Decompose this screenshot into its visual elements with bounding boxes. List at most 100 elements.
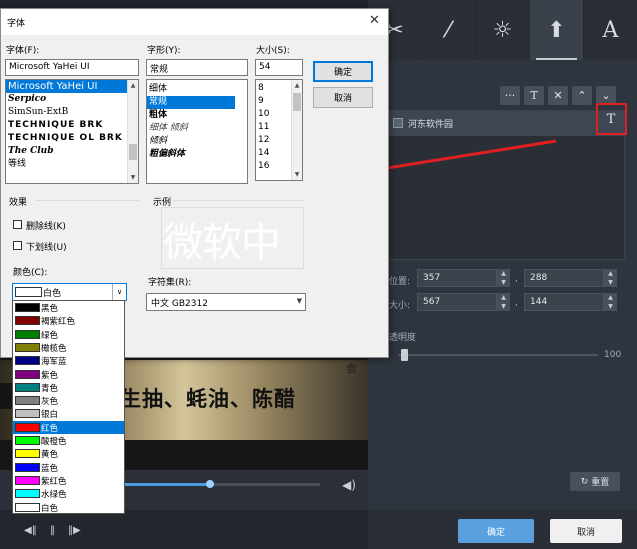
color-option[interactable]: 水绿色 <box>13 487 124 500</box>
font-settings-button[interactable]: T <box>601 110 621 129</box>
position-x-input[interactable]: 357 <box>417 269 497 287</box>
color-dropdown-list[interactable]: 黑色 褐紫红色 绿色橄榄色 海军蓝 紫色 青色 灰色 银白 红色 酸橙色 黄色蓝色紫红色 水绿色白色 <box>12 300 125 514</box>
color-option[interactable]: 红色 <box>13 420 124 434</box>
seek-knob[interactable] <box>206 480 214 488</box>
reset-button[interactable]: ↻ 重置 <box>570 472 620 491</box>
color-option[interactable]: 白色 <box>13 501 124 514</box>
text-layer-row[interactable]: 河东软件园 <box>388 111 626 136</box>
color-option[interactable]: 褐紫红色 <box>13 314 124 327</box>
color-option[interactable]: 酸橙色 <box>13 434 124 447</box>
color-select[interactable]: 白色 ∨ <box>12 283 127 301</box>
charset-select[interactable]: 中文 GB2312 ▼ <box>146 293 306 311</box>
next-frame-icon[interactable]: ‖▶ <box>68 525 81 536</box>
size-height-spinner[interactable]: ▲ ▼ <box>604 293 617 311</box>
color-option[interactable]: 青色 <box>13 381 124 394</box>
color-option[interactable]: 黄色 <box>13 447 124 460</box>
font-item[interactable]: TECHNIQUE OL BRK <box>6 132 138 145</box>
position-y-input[interactable]: 288 <box>524 269 604 287</box>
color-option[interactable]: 橄榄色 <box>13 341 124 354</box>
style-item[interactable]: 常规 <box>147 96 235 109</box>
scroll-thumb[interactable] <box>293 93 301 111</box>
confirm-button[interactable]: 确定 <box>458 519 534 543</box>
size-height-input[interactable]: 144 <box>524 293 604 311</box>
color-option[interactable]: 黑色 <box>13 301 124 314</box>
prev-frame-icon[interactable]: ◀‖ <box>24 525 37 536</box>
chevron-down-icon[interactable]: ∨ <box>112 284 126 300</box>
color-name: 蓝色 <box>41 463 59 474</box>
font-name-input[interactable]: Microsoft YaHei UI <box>5 59 139 76</box>
style-item[interactable]: 细体 <box>147 83 247 96</box>
dialog-ok-button[interactable]: 确定 <box>313 61 373 82</box>
color-name: 橄榄色 <box>41 343 67 354</box>
font-item[interactable]: SimSun-ExtB <box>6 106 138 119</box>
size-width-spinner[interactable]: ▲ ▼ <box>497 293 510 311</box>
underline-checkbox[interactable] <box>13 241 22 250</box>
chevron-down-icon: ⌄ <box>601 89 611 102</box>
stamp-tool-tab[interactable]: ⬆ <box>530 0 584 60</box>
size-input[interactable]: 54 <box>255 59 303 76</box>
size-list-scrollbar[interactable]: ▲ ▼ <box>291 80 302 180</box>
add-text-button[interactable]: T <box>524 86 544 105</box>
opacity-slider-track[interactable] <box>398 354 598 356</box>
spin-down-icon: ▼ <box>501 279 506 286</box>
color-swatch <box>15 316 40 326</box>
close-icon[interactable]: ✕ <box>369 13 380 28</box>
scroll-down-icon[interactable]: ▼ <box>292 169 302 180</box>
color-option[interactable]: 紫红色 <box>13 474 124 487</box>
scroll-thumb[interactable] <box>129 144 137 160</box>
color-name: 紫红色 <box>41 476 67 487</box>
strikeout-checkbox[interactable] <box>13 220 22 229</box>
color-option[interactable]: 银白 <box>13 407 124 420</box>
more-button[interactable]: ··· <box>500 86 520 105</box>
ellipsis-icon: ··· <box>504 89 516 102</box>
pause-icon[interactable]: ‖ <box>50 525 55 536</box>
font-item[interactable]: 等线 <box>6 158 138 171</box>
text-tool-tab[interactable]: A <box>584 0 637 60</box>
font-item[interactable]: The Club <box>6 145 138 158</box>
color-option[interactable]: 灰色 <box>13 394 124 407</box>
font-item[interactable]: Serpico <box>6 93 138 106</box>
scroll-down-icon[interactable]: ▼ <box>128 172 138 183</box>
size-width-input[interactable]: 567 <box>417 293 497 311</box>
position-y-spinner[interactable]: ▲ ▼ <box>604 269 617 287</box>
cancel-button[interactable]: 取消 <box>550 519 622 543</box>
move-up-button[interactable]: ⌃ <box>572 86 592 105</box>
spin-up-icon: ▲ <box>501 294 506 301</box>
color-option[interactable]: 紫色 <box>13 368 124 381</box>
color-option[interactable]: 绿色 <box>13 328 124 341</box>
size-list[interactable]: 8 9 10 11 12 14 16 ▲ ▼ <box>255 79 303 181</box>
position-x-spinner[interactable]: ▲ ▼ <box>497 269 510 287</box>
font-item[interactable]: Microsoft YaHei UI <box>6 80 138 93</box>
style-item[interactable]: 粗偏斜体 <box>147 148 247 161</box>
text-layer-list: 河东软件园 <box>387 110 626 260</box>
adjust-tool-tab[interactable]: ☼ <box>476 0 530 60</box>
style-input[interactable]: 常规 <box>146 59 248 76</box>
font-label: 字体(F): <box>6 46 40 56</box>
volume-icon[interactable]: ◀) <box>342 478 356 492</box>
font-item[interactable]: TECHNIQUE BRK <box>6 119 138 132</box>
color-option[interactable]: 蓝色 <box>13 461 124 474</box>
style-item[interactable]: 细体 倾斜 <box>147 122 247 135</box>
color-name: 白色 <box>41 503 59 514</box>
scroll-up-icon[interactable]: ▲ <box>128 80 138 91</box>
style-item[interactable]: 粗体 <box>147 109 247 122</box>
style-list[interactable]: 细体 常规 粗体 细体 倾斜 倾斜 粗偏斜体 <box>146 79 248 184</box>
chevron-up-icon: ⌃ <box>577 89 587 102</box>
spin-down-icon: ▼ <box>608 303 613 310</box>
color-label: 颜色(C): <box>13 268 48 278</box>
magic-wand-icon: ⁄ <box>446 17 451 43</box>
close-icon: ✕ <box>553 89 563 102</box>
color-option[interactable]: 海军蓝 <box>13 354 124 367</box>
font-list-scrollbar[interactable]: ▲ ▼ <box>127 80 138 183</box>
color-swatch <box>15 409 40 419</box>
delete-text-button[interactable]: ✕ <box>548 86 568 105</box>
dialog-cancel-button[interactable]: 取消 <box>313 87 373 108</box>
scroll-up-icon[interactable]: ▲ <box>292 80 302 91</box>
effect-tool-tab[interactable]: ⁄ <box>422 0 476 60</box>
opacity-slider-knob[interactable] <box>401 349 408 361</box>
dialog-titlebar: 字体 ✕ <box>1 9 388 35</box>
color-swatch <box>15 369 40 379</box>
style-item[interactable]: 倾斜 <box>147 135 247 148</box>
font-list[interactable]: Microsoft YaHei UI Serpico SimSun-ExtB T… <box>5 79 139 184</box>
layer-checkbox[interactable] <box>393 118 403 128</box>
